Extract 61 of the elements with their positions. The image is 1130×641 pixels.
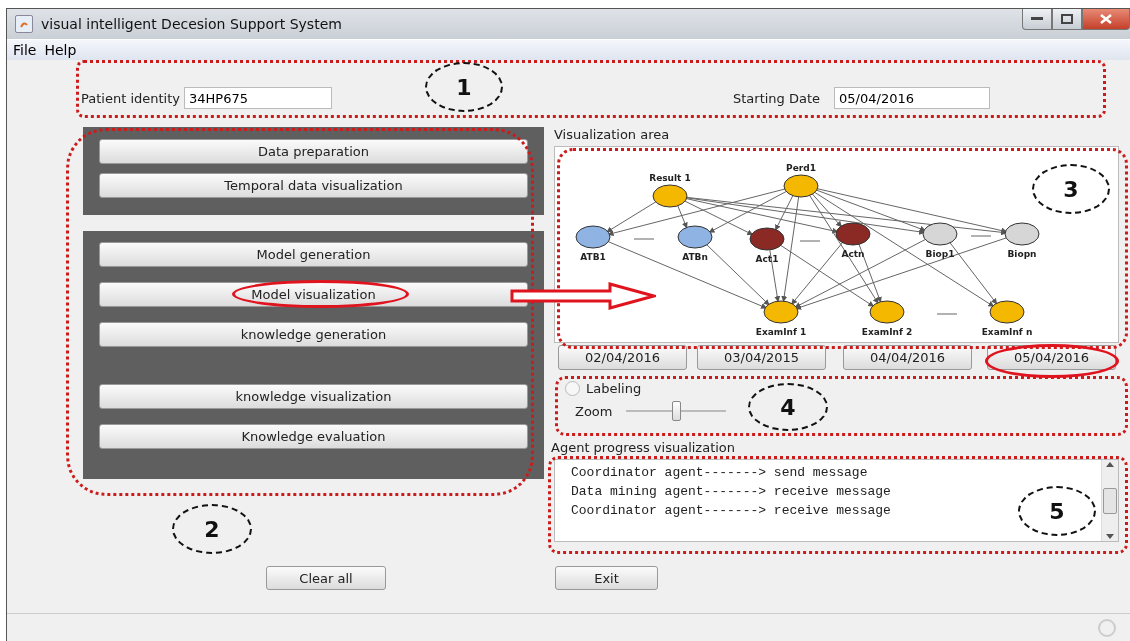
close-icon [1100, 14, 1112, 24]
field-label: Patient identity [81, 90, 180, 106]
ellipsis-dash [799, 240, 821, 242]
callout-number: 2 [172, 504, 252, 554]
ellipsis-dash [970, 235, 992, 237]
starting-date-field[interactable]: 05/04/2016 [834, 87, 991, 109]
node-label: ATB1 [580, 252, 606, 262]
section-label: Visualization area [554, 127, 671, 142]
action-button[interactable]: knowledge visualization [99, 384, 528, 409]
node-label: Biopn [1007, 249, 1037, 259]
log-line: Data mining agent-------> receive message [571, 483, 891, 501]
ellipsis-dash [936, 313, 958, 315]
node-label: ExamInf 1 [755, 327, 807, 337]
action-button[interactable]: Model visualization [99, 282, 528, 307]
slider-thumb[interactable] [672, 401, 682, 421]
slider-label: Zoom [575, 403, 613, 419]
section-label: Agent progress visualization [551, 440, 737, 455]
radio-label: Labeling [586, 381, 642, 396]
field-label: Starting Date [733, 90, 821, 106]
maximize-icon [1061, 14, 1073, 24]
patient-identity-field[interactable]: 34HP675 [184, 87, 332, 109]
action-button[interactable]: Model generation [99, 242, 528, 267]
zoom-slider[interactable] [626, 401, 727, 421]
scroll-down-icon[interactable] [1106, 534, 1114, 539]
node-label: ExamInf n [981, 327, 1033, 337]
log-line: Coordinator agent-------> receive message [571, 502, 891, 520]
node-label: Perd1 [786, 163, 816, 173]
callout-number: 4 [748, 383, 828, 431]
log-line: Coordinator agent-------> send message [571, 464, 868, 482]
action-button[interactable]: knowledge generation [99, 322, 528, 347]
minimize-icon [1031, 17, 1043, 21]
callout-number: 5 [1018, 486, 1096, 536]
scrollbar[interactable] [1101, 460, 1118, 541]
clear-all-button[interactable]: Clear all [266, 566, 386, 590]
app-icon [15, 15, 33, 33]
menu-item[interactable]: File [13, 42, 37, 58]
grip-icon [1098, 619, 1116, 637]
date-button[interactable]: 04/04/2016 [843, 345, 972, 370]
callout-number: 3 [1032, 164, 1110, 214]
action-button[interactable]: Knowledge evaluation [99, 424, 528, 449]
action-button[interactable]: Temporal data visualization [99, 173, 528, 198]
node-label: ExamInf 2 [861, 327, 913, 337]
menu-item[interactable]: Help [44, 42, 77, 58]
radio-button[interactable] [565, 381, 580, 396]
minimize-button[interactable] [1022, 9, 1052, 30]
exit-button[interactable]: Exit [555, 566, 658, 590]
callout-number: 1 [425, 62, 503, 112]
node-label: Biop1 [925, 249, 955, 259]
maximize-button[interactable] [1052, 9, 1082, 30]
node-label: Act1 [755, 254, 779, 264]
date-button[interactable]: 02/04/2016 [558, 345, 687, 370]
node-label: Result 1 [649, 173, 691, 183]
ellipsis-dash [633, 238, 655, 240]
node-label: ATBn [682, 252, 708, 262]
action-button[interactable]: Data preparation [99, 139, 528, 164]
window-title: visual intelligent Decesion Support System [41, 16, 342, 32]
scroll-up-icon[interactable] [1106, 462, 1114, 467]
date-button[interactable]: 03/04/2015 [697, 345, 826, 370]
node-label: Actn [841, 249, 865, 259]
close-button[interactable] [1082, 9, 1130, 30]
date-button[interactable]: 05/04/2016 [987, 345, 1116, 370]
